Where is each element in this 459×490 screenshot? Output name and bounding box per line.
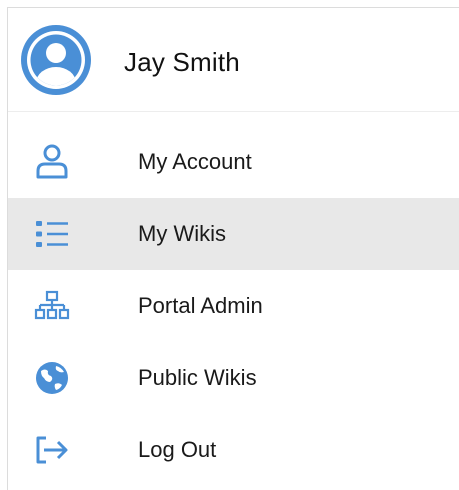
menu-item-portal-admin[interactable]: Portal Admin xyxy=(8,270,459,342)
menu-item-my-wikis[interactable]: My Wikis xyxy=(8,198,459,270)
list-icon xyxy=(32,216,72,252)
menu-item-label: Public Wikis xyxy=(138,365,257,390)
menu-item-label: My Account xyxy=(138,149,252,174)
menu-item-label: My Wikis xyxy=(138,221,226,246)
logout-icon xyxy=(32,432,72,468)
globe-icon xyxy=(32,360,72,396)
user-header: Jay Smith xyxy=(8,8,459,112)
menu-item-label: Portal Admin xyxy=(138,293,263,318)
menu-item-my-account[interactable]: My Account xyxy=(8,126,459,198)
user-name: Jay Smith xyxy=(124,47,240,77)
menu-item-log-out[interactable]: Log Out xyxy=(8,414,459,486)
menu-item-label: Log Out xyxy=(138,437,217,462)
user-outline-icon xyxy=(32,144,72,180)
sitemap-icon xyxy=(32,288,72,324)
user-menu: Jay Smith My Account My Wikis Portal Adm… xyxy=(7,7,459,490)
user-avatar-icon[interactable] xyxy=(19,23,93,97)
menu-item-public-wikis[interactable]: Public Wikis xyxy=(8,342,459,414)
